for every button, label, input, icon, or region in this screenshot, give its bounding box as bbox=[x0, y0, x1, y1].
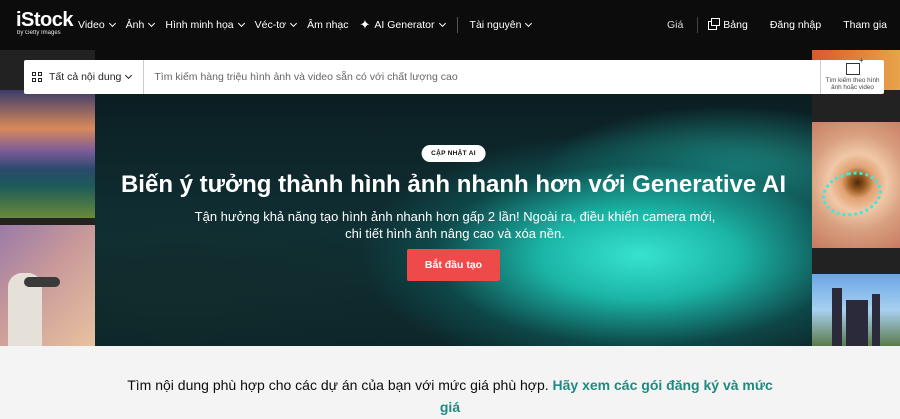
chevron-down-icon bbox=[290, 19, 298, 28]
hero-banner: CẬP NHẬT AI Biến ý tưởng thành hình ảnh … bbox=[95, 94, 812, 346]
nav-item-music[interactable]: Âm nhạc bbox=[307, 19, 348, 31]
boards-link[interactable]: Bảng bbox=[708, 17, 748, 31]
nav-item-photos[interactable]: Ảnh bbox=[125, 19, 156, 31]
top-navbar: iStock by Getty Images Video Ảnh Hình mi… bbox=[0, 0, 900, 50]
boards-label: Bảng bbox=[723, 19, 748, 31]
content-type-filter[interactable]: Tất cả nội dung bbox=[24, 60, 145, 94]
visual-search-button[interactable]: Tìm kiếm theo hình ảnh hoặc video bbox=[820, 57, 884, 94]
chevron-down-icon bbox=[125, 71, 133, 80]
board-icon bbox=[708, 17, 721, 30]
nav-item-label: Âm nhạc bbox=[307, 19, 349, 31]
nav-item-label: Tài nguyên bbox=[469, 19, 522, 31]
sign-in-link[interactable]: Đăng nhập bbox=[770, 19, 821, 31]
nav-divider bbox=[456, 17, 458, 33]
search-input[interactable] bbox=[144, 60, 820, 94]
nav-item-label: Ảnh bbox=[125, 19, 145, 31]
nav-right: Giá Bảng Đăng nhập Tham gia bbox=[667, 0, 900, 50]
main-menu: Video Ảnh Hình minh họa Véc-tơ Âm nhạc ✦… bbox=[78, 0, 542, 50]
nav-item-label: Véc-tơ bbox=[254, 19, 287, 31]
lake-sunset-image bbox=[0, 90, 95, 218]
start-creating-button[interactable]: Bắt đầu tạo bbox=[407, 249, 500, 281]
sparkle-icon: ✦ bbox=[359, 17, 371, 32]
promo-text: Tìm nội dung phù hợp cho các dự án của b… bbox=[127, 377, 549, 393]
hero-subtitle: Tận hưởng khả năng tạo hình ảnh nhanh hơ… bbox=[194, 209, 716, 241]
statue-binoculars-image bbox=[0, 225, 95, 346]
join-link[interactable]: Tham gia bbox=[843, 19, 887, 31]
grid-icon bbox=[32, 72, 42, 82]
chevron-down-icon bbox=[108, 19, 116, 28]
castle-tower bbox=[832, 288, 842, 346]
chevron-down-icon bbox=[438, 19, 446, 28]
nav-item-label: AI Generator bbox=[374, 19, 435, 31]
chevron-down-icon bbox=[237, 19, 245, 28]
nav-item-video[interactable]: Video bbox=[78, 19, 116, 31]
nav-item-resources[interactable]: Tài nguyên bbox=[469, 19, 533, 31]
nav-item-vectors[interactable]: Véc-tơ bbox=[254, 19, 298, 31]
visual-search-label: Tìm kiếm theo hình ảnh hoặc video bbox=[825, 77, 880, 91]
nav-item-label: Hình minh họa bbox=[165, 19, 234, 31]
right-image-strip bbox=[812, 50, 900, 346]
istock-logo[interactable]: iStock by Getty Images bbox=[16, 9, 74, 37]
nav-item-label: Video bbox=[78, 19, 105, 31]
castle-tower bbox=[872, 294, 880, 346]
castle-image bbox=[812, 274, 900, 346]
pricing-link[interactable]: Giá bbox=[667, 19, 683, 31]
nav-item-ai-generator[interactable]: ✦ AI Generator bbox=[359, 17, 446, 33]
nav-divider bbox=[697, 17, 699, 33]
search-bar: Tất cả nội dung Tìm kiếm theo hình ảnh h… bbox=[24, 57, 884, 94]
binoculars-shape bbox=[24, 277, 60, 287]
ai-update-badge: CẬP NHẬT AI bbox=[421, 145, 486, 162]
nav-item-illustrations[interactable]: Hình minh họa bbox=[165, 19, 245, 31]
filter-label: Tất cả nội dung bbox=[49, 71, 122, 83]
pricing-promo: Tìm nội dung phù hợp cho các dự án của b… bbox=[120, 374, 780, 418]
hero-title: Biến ý tưởng thành hình ảnh nhanh hơn vớ… bbox=[120, 171, 787, 198]
chevron-down-icon bbox=[148, 19, 156, 28]
logo-tagline: by Getty Images bbox=[17, 30, 61, 36]
image-search-icon bbox=[845, 57, 863, 75]
logo-wordmark: iStock bbox=[16, 9, 74, 31]
castle-tower bbox=[846, 300, 868, 346]
chevron-down-icon bbox=[525, 19, 533, 28]
left-image-strip bbox=[0, 50, 95, 346]
